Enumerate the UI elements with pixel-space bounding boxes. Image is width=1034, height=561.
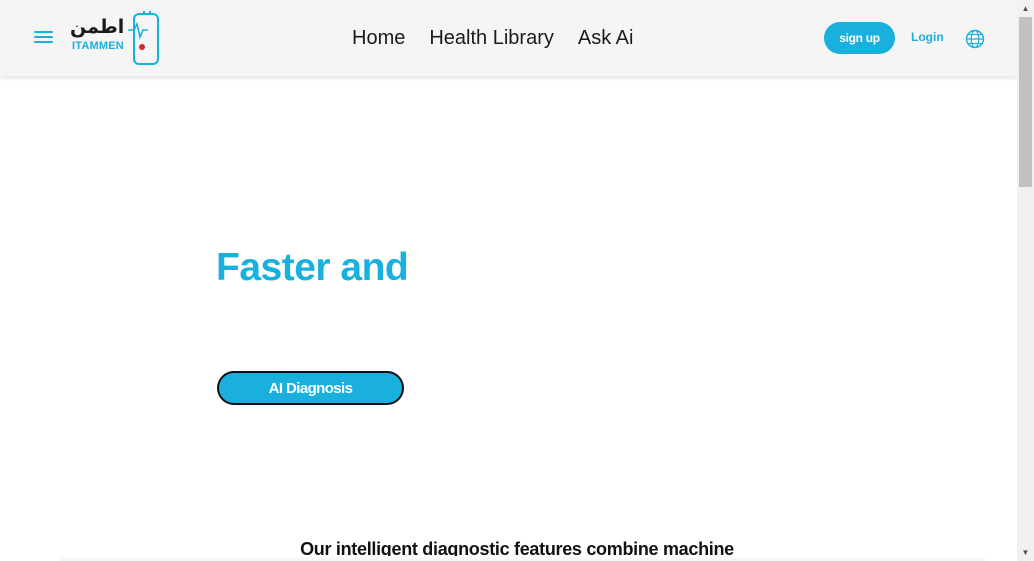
login-link[interactable]: Login <box>911 30 944 44</box>
nav-ask-ai[interactable]: Ask Ai <box>578 26 634 50</box>
menu-icon[interactable] <box>34 29 54 45</box>
main-nav: Home Health Library Ask Ai <box>352 26 633 50</box>
globe-icon[interactable] <box>965 29 985 49</box>
scroll-down-arrow-icon[interactable]: ▼ <box>1017 544 1034 561</box>
page: اطمن ITAMMEN Home Health Library Ask Ai … <box>0 0 1034 561</box>
scroll-up-arrow-icon[interactable]: ▲ <box>1017 0 1034 17</box>
vertical-scrollbar[interactable]: ▲ ▼ <box>1017 0 1034 561</box>
stethoscope-phone-icon <box>128 11 159 65</box>
nav-health-library[interactable]: Health Library <box>429 26 554 50</box>
section-divider <box>60 556 985 561</box>
site-logo[interactable]: اطمن ITAMMEN <box>70 10 162 66</box>
signup-button[interactable]: sign up <box>824 22 895 54</box>
scrollbar-thumb[interactable] <box>1019 17 1032 187</box>
ai-diagnosis-button[interactable]: AI Diagnosis <box>217 371 404 405</box>
nav-home[interactable]: Home <box>352 26 405 50</box>
top-header: اطمن ITAMMEN Home Health Library Ask Ai … <box>0 0 1017 76</box>
hero-title: Faster and <box>216 246 409 289</box>
